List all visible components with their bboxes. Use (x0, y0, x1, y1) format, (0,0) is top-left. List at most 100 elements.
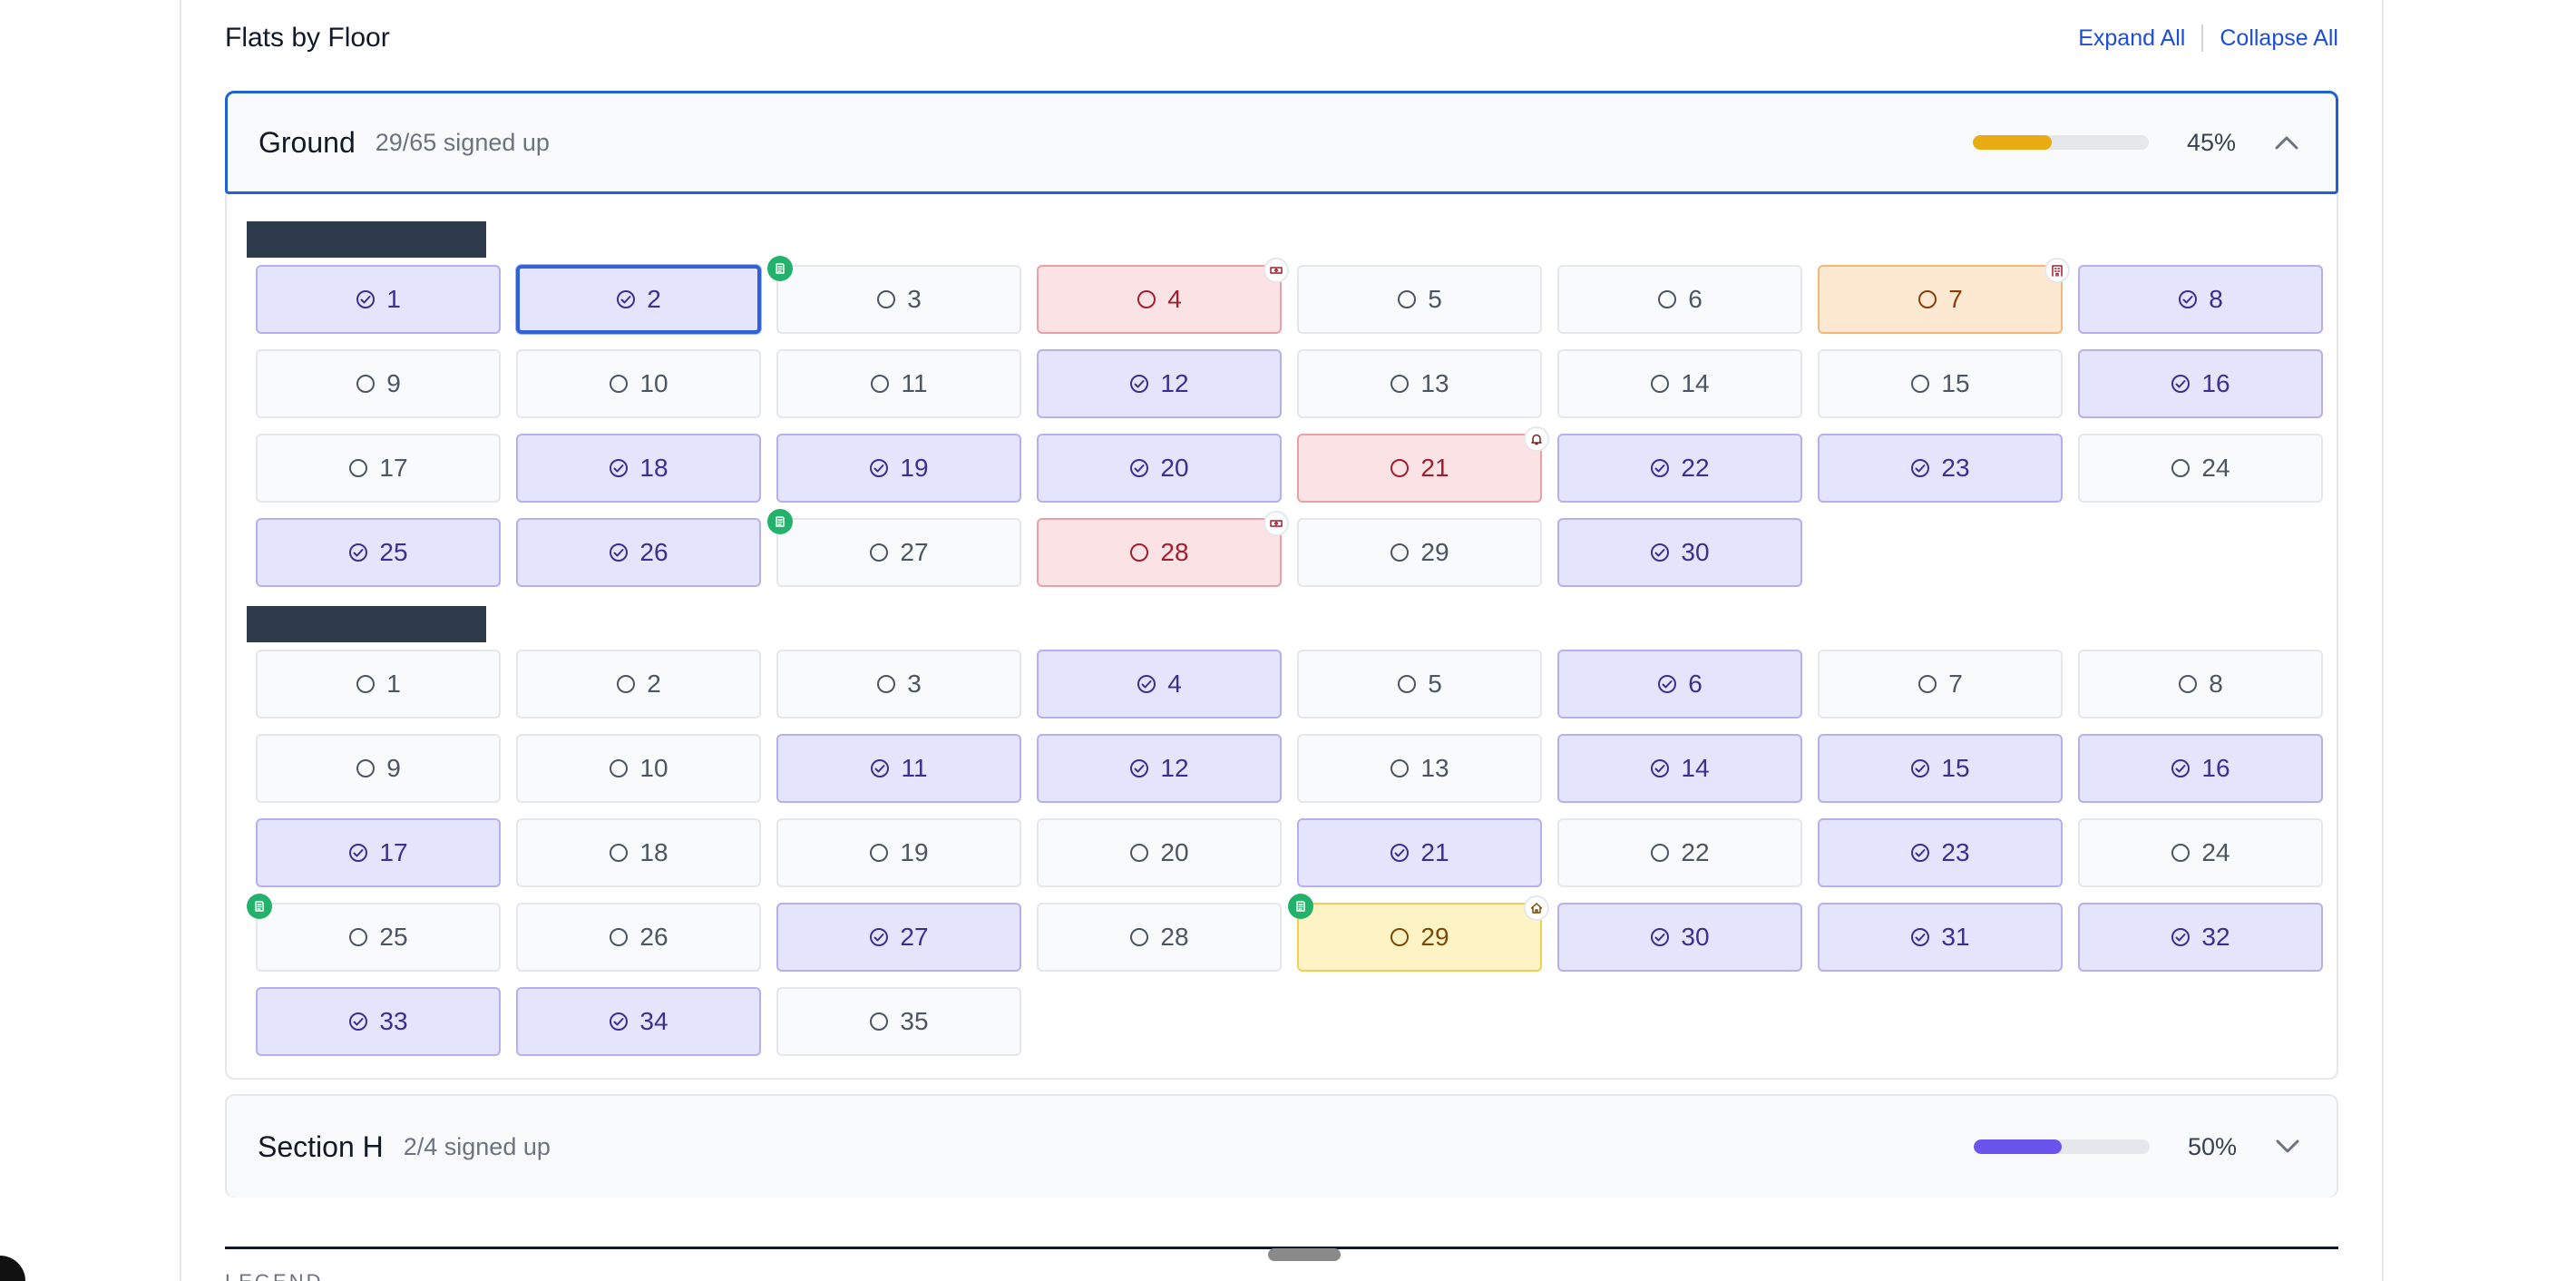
flat-button[interactable]: 29 (1288, 894, 1549, 972)
flat-number: 15 (1941, 369, 1970, 397)
chevron-down-icon[interactable] (2269, 1129, 2306, 1165)
flat-number: 12 (1160, 369, 1189, 397)
flat-button[interactable]: 6 (1557, 265, 1802, 334)
flat-button[interactable]: 1 (256, 650, 501, 719)
flat-button[interactable]: 21 (1297, 818, 1542, 887)
check-circle-icon (870, 459, 889, 477)
flat-button[interactable]: 8 (2078, 650, 2323, 719)
flat-button[interactable]: 29 (1297, 518, 1542, 587)
collapse-all-link[interactable]: Collapse All (2220, 25, 2338, 52)
flat-button[interactable]: 10 (516, 349, 761, 418)
flat-button[interactable]: 28 (1037, 511, 1289, 587)
flat-button[interactable]: 27 (767, 509, 1021, 587)
check-circle-icon (356, 290, 376, 308)
flat-number: 24 (2201, 454, 2230, 482)
flat-button[interactable]: 12 (1037, 349, 1282, 418)
flat-button[interactable]: 16 (2078, 734, 2323, 803)
flat-button[interactable]: 16 (2078, 349, 2323, 418)
flat-button[interactable]: 14 (1557, 734, 1802, 803)
flat-button[interactable]: 30 (1557, 518, 1802, 587)
flat-button[interactable]: 17 (256, 434, 501, 503)
flat-button[interactable]: 25 (247, 894, 501, 972)
flat-button[interactable]: 26 (516, 903, 761, 972)
flat-button[interactable]: 3 (776, 650, 1021, 719)
flat-button[interactable]: 1 (256, 265, 501, 334)
flat-button[interactable]: 9 (256, 734, 501, 803)
flat-button[interactable]: 28 (1037, 903, 1282, 972)
circle-icon (2171, 844, 2191, 862)
flat-button[interactable]: 19 (776, 434, 1021, 503)
flat-button[interactable]: 21 (1297, 426, 1549, 503)
circle-icon (1390, 543, 1410, 562)
flat-button[interactable]: 17 (256, 818, 501, 887)
scroll-handle[interactable] (1268, 1248, 1341, 1261)
flat-button[interactable]: 4 (1037, 258, 1289, 334)
flat-button[interactable]: 23 (1818, 434, 2063, 503)
flat-button[interactable]: 2 (516, 650, 761, 719)
flat-number: 7 (1948, 670, 1963, 698)
flat-button[interactable]: 4 (1037, 650, 1282, 719)
flat-button[interactable]: 20 (1037, 434, 1282, 503)
flat-button[interactable]: 22 (1557, 434, 1802, 503)
check-circle-icon (349, 1012, 368, 1031)
flat-button[interactable]: 19 (776, 818, 1021, 887)
flat-button[interactable]: 25 (256, 518, 501, 587)
flat-button[interactable]: 13 (1297, 349, 1542, 418)
flat-button[interactable]: 34 (516, 987, 761, 1056)
circle-icon (877, 290, 896, 308)
flat-button[interactable]: 6 (1557, 650, 1802, 719)
flat-button[interactable]: 30 (1557, 903, 1802, 972)
flat-number: 35 (900, 1007, 929, 1035)
flat-button[interactable]: 11 (776, 349, 1021, 418)
circle-icon (1130, 844, 1149, 862)
flat-button[interactable]: 24 (2078, 434, 2323, 503)
flat-button[interactable]: 15 (1818, 734, 2063, 803)
chevron-up-icon[interactable] (2269, 124, 2305, 161)
block-header-2 (247, 606, 486, 642)
flat-button[interactable]: 26 (516, 518, 761, 587)
flat-number: 29 (1420, 923, 1449, 951)
flat-button[interactable]: 31 (1818, 903, 2063, 972)
floor-header-ground[interactable]: Ground 29/65 signed up 45% (225, 91, 2338, 194)
flat-button[interactable]: 11 (776, 734, 1021, 803)
flat-button[interactable]: 14 (1557, 349, 1802, 418)
flat-button[interactable]: 22 (1557, 818, 1802, 887)
flat-button[interactable]: 10 (516, 734, 761, 803)
flat-button[interactable]: 12 (1037, 734, 1282, 803)
flat-number: 10 (639, 369, 668, 397)
circle-icon (2179, 675, 2198, 693)
flat-button[interactable]: 5 (1297, 265, 1542, 334)
flat-button[interactable]: 7 (1818, 650, 2063, 719)
flat-number: 8 (2209, 285, 2223, 313)
flat-button[interactable]: 18 (516, 818, 761, 887)
flat-number: 17 (379, 454, 408, 482)
doc-icon (247, 894, 272, 919)
flat-button[interactable]: 2 (516, 265, 761, 334)
flat-button[interactable]: 3 (767, 256, 1021, 334)
flat-button[interactable]: 13 (1297, 734, 1542, 803)
flat-button[interactable]: 8 (2078, 265, 2323, 334)
flat-button[interactable]: 23 (1818, 818, 2063, 887)
flat-button[interactable]: 7 (1818, 258, 2070, 334)
flat-button[interactable]: 35 (776, 987, 1021, 1056)
flat-number: 17 (379, 838, 408, 866)
flat-button[interactable]: 32 (2078, 903, 2323, 972)
flat-button[interactable]: 18 (516, 434, 761, 503)
flat-number: 5 (1428, 670, 1442, 698)
flat-button[interactable]: 9 (256, 349, 501, 418)
circle-icon (870, 543, 889, 562)
flat-button[interactable]: 24 (2078, 818, 2323, 887)
expand-all-link[interactable]: Expand All (2078, 25, 2185, 52)
flat-number: 19 (900, 454, 929, 482)
flat-button[interactable]: 5 (1297, 650, 1542, 719)
flat-button[interactable]: 15 (1818, 349, 2063, 418)
flat-button[interactable]: 33 (256, 987, 501, 1056)
flat-button[interactable]: 20 (1037, 818, 1282, 887)
floor-header-section-h[interactable]: Section H 2/4 signed up 50% (227, 1096, 2337, 1198)
progress-percent: 45% (2186, 128, 2236, 156)
circle-icon (1398, 290, 1417, 308)
flat-number: 19 (900, 838, 929, 866)
flat-button[interactable]: 27 (776, 903, 1021, 972)
flat-number: 12 (1160, 754, 1189, 782)
check-circle-icon (610, 543, 629, 562)
